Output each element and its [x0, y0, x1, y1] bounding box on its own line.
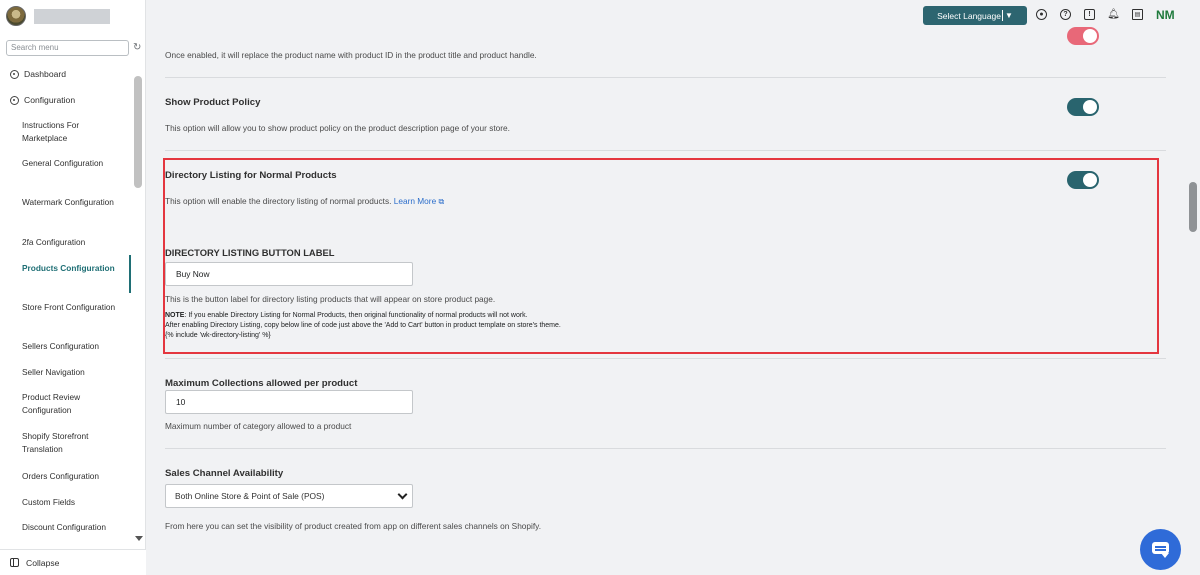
- sidebar-nav: Dashboard Configuration: [0, 62, 134, 112]
- account-icon[interactable]: ●: [1036, 9, 1047, 20]
- sidebar-subitem-storefront-translation[interactable]: Shopify Storefront Translation: [22, 430, 122, 456]
- sidebar-subitem-instructions[interactable]: Instructions For Marketplace: [22, 119, 122, 145]
- sidebar-subitem-general-configuration[interactable]: General Configuration: [22, 157, 122, 170]
- sidebar-item-dashboard[interactable]: Dashboard: [0, 62, 134, 86]
- user-initials[interactable]: NM: [1156, 8, 1175, 22]
- sidebar-subitem-seller-navigation[interactable]: Seller Navigation: [22, 366, 122, 379]
- topbar: Select Language ▼ ● ? ! 🔔︎ ▤ NM: [147, 0, 1200, 32]
- sales-channel-select[interactable]: Both Online Store & Point of Sale (POS): [165, 484, 413, 508]
- sidebar-subitem-products-configuration[interactable]: Products Configuration: [22, 262, 122, 275]
- max-collections-input[interactable]: [165, 390, 413, 414]
- external-link-icon: ⧉: [438, 197, 445, 206]
- main-scrollbar-thumb[interactable]: [1189, 182, 1197, 232]
- sidebar-item-configuration[interactable]: Configuration: [0, 88, 134, 112]
- feedback-icon[interactable]: !: [1084, 9, 1095, 20]
- main-scrollbar[interactable]: [1187, 32, 1200, 575]
- menu-search-input[interactable]: [6, 39, 129, 56]
- directory-listing-note: NOTE: If you enable Directory Listing fo…: [165, 311, 561, 341]
- button-label-input[interactable]: [165, 262, 413, 286]
- scroll-down-arrow-icon[interactable]: [135, 536, 143, 541]
- chat-button[interactable]: [1140, 529, 1181, 570]
- divider: [165, 150, 1166, 151]
- sidebar-subitem-discount-configuration[interactable]: Discount Configuration: [22, 521, 122, 534]
- sidebar-subitem-store-front-configuration[interactable]: Store Front Configuration: [22, 301, 122, 314]
- store-header: [0, 0, 145, 32]
- directory-listing-toggle[interactable]: [1067, 171, 1099, 189]
- sidebar: ↻ Dashboard Configuration Instructions F…: [0, 0, 146, 575]
- learn-more-link[interactable]: Learn More ⧉: [394, 196, 444, 206]
- sidebar-subitem-2fa-configuration[interactable]: 2fa Configuration: [22, 236, 122, 249]
- store-icon[interactable]: ▤: [1132, 9, 1143, 20]
- max-collections-title: Maximum Collections allowed per product: [165, 378, 358, 389]
- collapse-label: Collapse: [26, 557, 60, 568]
- button-label-description: This is the button label for directory l…: [165, 294, 496, 304]
- product-id-toggle[interactable]: [1067, 27, 1099, 45]
- select-language-label: Select Language: [937, 10, 1001, 21]
- product-id-description: Once enabled, it will replace the produc…: [165, 50, 537, 60]
- divider: [165, 358, 1166, 359]
- note-label: NOTE: [165, 312, 185, 319]
- gear-icon: [10, 95, 19, 105]
- max-collections-description: Maximum number of category allowed to a …: [165, 421, 352, 431]
- menu-search-row: ↻: [6, 39, 142, 56]
- sidebar-subitem-custom-fields[interactable]: Custom Fields: [22, 496, 122, 509]
- select-language-button[interactable]: Select Language ▼: [923, 6, 1027, 25]
- help-icon[interactable]: ?: [1060, 9, 1071, 20]
- chat-icon: [1152, 542, 1169, 558]
- collapse-button[interactable]: Collapse: [0, 549, 146, 575]
- divider: [165, 448, 1166, 449]
- show-product-policy-title: Show Product Policy: [165, 97, 261, 108]
- refresh-icon[interactable]: ↻: [133, 42, 141, 53]
- collapse-icon: [10, 558, 19, 567]
- language-divider: [1001, 10, 1003, 21]
- sales-channel-title: Sales Channel Availability: [165, 468, 284, 479]
- sidebar-subitem-product-review-configuration[interactable]: Product Review Configuration: [22, 391, 122, 417]
- dashboard-icon: [10, 69, 19, 79]
- divider: [165, 77, 1166, 78]
- products-configuration-panel: Once enabled, it will replace the produc…: [147, 27, 1187, 575]
- sidebar-subitem-orders-configuration[interactable]: Orders Configuration: [22, 470, 122, 483]
- note-line-2: After enabling Directory Listing, copy b…: [165, 322, 561, 329]
- sales-channel-selected: Both Online Store & Point of Sale (POS): [175, 491, 325, 501]
- directory-listing-description: This option will enable the directory li…: [165, 196, 444, 207]
- sidebar-scrollbar[interactable]: [134, 76, 142, 188]
- directory-listing-desc-text: This option will enable the directory li…: [165, 196, 392, 206]
- store-logo[interactable]: [6, 6, 26, 26]
- store-name-redacted: [34, 8, 110, 24]
- learn-more-label: Learn More: [393, 196, 437, 206]
- show-product-policy-toggle[interactable]: [1067, 98, 1099, 116]
- note-line-1-text: : If you enable Directory Listing for No…: [184, 312, 528, 319]
- active-item-indicator: [129, 255, 131, 293]
- note-line-1: NOTE: If you enable Directory Listing fo…: [165, 311, 561, 321]
- show-product-policy-description: This option will allow you to show produ…: [165, 123, 510, 133]
- caret-down-icon: ▼: [1004, 11, 1013, 20]
- button-label-heading: DIRECTORY LISTING BUTTON LABEL: [165, 247, 335, 258]
- sales-channel-description: From here you can set the visibility of …: [165, 521, 542, 531]
- note-code-snippet: {% include 'wk-directory-listing' %}: [165, 332, 271, 339]
- sidebar-subitem-watermark-configuration[interactable]: Watermark Configuration: [22, 196, 122, 209]
- directory-listing-title: Directory Listing for Normal Products: [165, 170, 337, 181]
- sidebar-subitem-sellers-configuration[interactable]: Sellers Configuration: [22, 340, 122, 353]
- chevron-down-icon: [397, 489, 408, 500]
- bell-icon[interactable]: 🔔︎: [1107, 9, 1120, 20]
- sidebar-item-label: Configuration: [24, 95, 76, 105]
- sidebar-item-label: Dashboard: [24, 69, 67, 79]
